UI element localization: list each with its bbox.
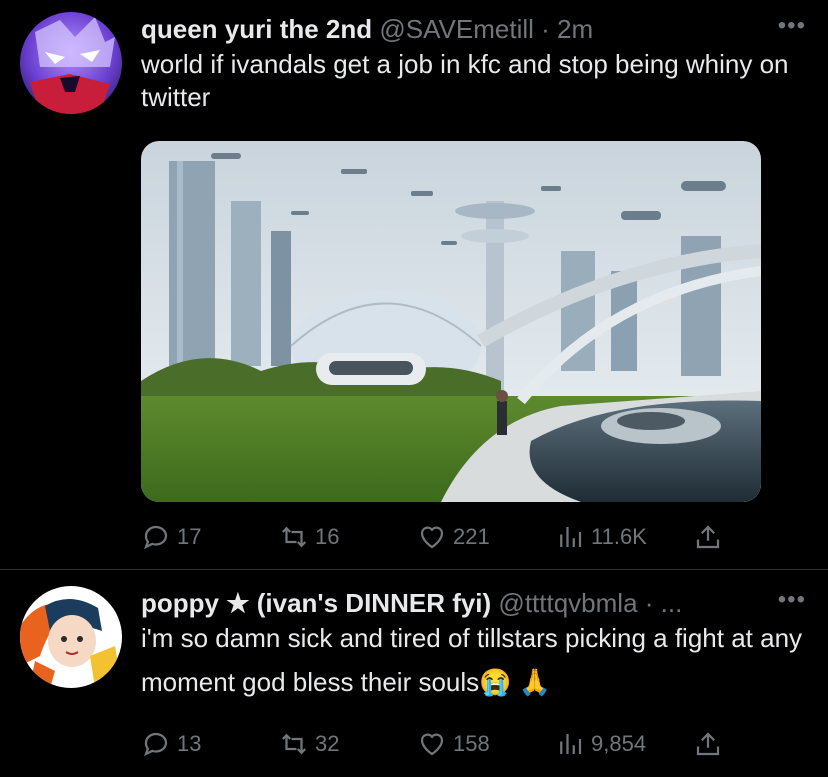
like-count: 158 — [453, 731, 490, 756]
tweet-header: poppy ★ (ivan's DINNER fyi) @ttttqvbmla … — [141, 586, 806, 620]
display-name[interactable]: poppy ★ (ivan's DINNER fyi) — [141, 588, 491, 618]
view-count: 9,854 — [591, 731, 647, 756]
retweet-count: 32 — [315, 731, 340, 756]
tweet-content: poppy ★ (ivan's DINNER fyi) @ttttqvbmla … — [141, 586, 806, 704]
reply-count: 13 — [177, 731, 202, 756]
share-icon — [696, 525, 720, 549]
share-button[interactable] — [693, 729, 729, 759]
like-button[interactable]: 158 — [417, 729, 490, 759]
timestamp[interactable]: 2m — [557, 14, 593, 44]
more-icon[interactable]: ••• — [778, 12, 806, 40]
handle[interactable]: @ttttqvbmla — [498, 588, 637, 618]
tweet-image[interactable] — [141, 141, 761, 502]
views-icon — [560, 527, 582, 547]
more-icon[interactable]: ••• — [778, 586, 806, 614]
retweet-button[interactable]: 32 — [279, 729, 339, 759]
retweet-icon — [281, 733, 307, 755]
retweet-count: 16 — [315, 524, 340, 549]
display-name[interactable]: queen yuri the 2nd — [141, 14, 372, 44]
retweet-icon — [281, 526, 307, 548]
heart-icon — [420, 526, 444, 549]
views-icon — [560, 734, 582, 754]
reply-button[interactable]: 17 — [141, 522, 201, 552]
tweet-text: i'm so damn sick and tired of tillstars … — [141, 623, 803, 697]
like-button[interactable]: 221 — [417, 522, 490, 552]
separator: · — [541, 14, 550, 44]
timestamp[interactable]: ... — [661, 588, 683, 618]
reply-icon — [143, 525, 168, 550]
reply-button[interactable]: 13 — [141, 729, 201, 759]
handle[interactable]: @SAVEmetill — [379, 14, 534, 44]
share-icon — [696, 732, 720, 756]
tweet-actions: 17 16 221 11.6K — [141, 521, 761, 553]
avatar[interactable] — [20, 586, 122, 688]
tweet-content: queen yuri the 2nd @SAVEmetill · 2m worl… — [141, 12, 806, 114]
tweet[interactable]: poppy ★ (ivan's DINNER fyi) @ttttqvbmla … — [0, 570, 828, 777]
retweet-button[interactable]: 16 — [279, 522, 339, 552]
views-button[interactable]: 11.6K — [555, 522, 647, 552]
tweet-header: queen yuri the 2nd @SAVEmetill · 2m — [141, 12, 806, 46]
heart-icon — [420, 733, 444, 756]
separator: · — [644, 588, 654, 618]
avatar[interactable] — [20, 12, 122, 114]
view-count: 11.6K — [591, 524, 647, 549]
tweet-actions: 13 32 158 9,854 — [141, 728, 761, 760]
share-button[interactable] — [693, 522, 729, 552]
reply-icon — [143, 732, 168, 757]
like-count: 221 — [453, 524, 490, 549]
views-button[interactable]: 9,854 — [555, 729, 646, 759]
tweet-text: world if ivandals get a job in kfc and s… — [141, 49, 789, 112]
reply-count: 17 — [177, 524, 202, 549]
tweet[interactable]: queen yuri the 2nd @SAVEmetill · 2m worl… — [0, 0, 828, 570]
